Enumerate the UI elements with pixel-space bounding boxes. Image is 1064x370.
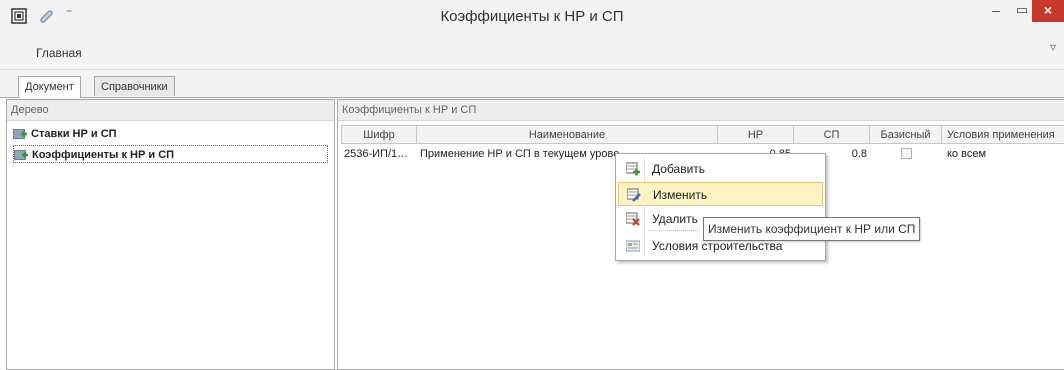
- close-button[interactable]: ×: [1032, 0, 1064, 22]
- context-menu: Добавить Изменить Удалить Условия строит…: [615, 153, 826, 261]
- cell-conditions: ко всем: [947, 148, 987, 160]
- tree-item-rates[interactable]: Ставки НР и СП: [13, 125, 117, 143]
- menu-separator: [650, 230, 700, 231]
- ribbon-tab-home[interactable]: Главная: [36, 46, 82, 60]
- edit-row-icon: [627, 188, 641, 202]
- menu-item-edit[interactable]: Изменить: [618, 182, 823, 206]
- window-title: Коэффициенты к НР и СП: [440, 8, 624, 25]
- delete-row-icon: [626, 212, 640, 226]
- tooltip: Изменить коэффициент к НР или СП: [703, 217, 921, 241]
- menu-item-label: Изменить: [653, 188, 708, 202]
- ribbon-collapse-icon[interactable]: ▿: [1050, 40, 1056, 54]
- construction-conditions-icon: [626, 240, 640, 252]
- add-row-icon: [626, 162, 640, 176]
- tree-item-coefficients[interactable]: Коэффициенты к НР и СП: [13, 145, 328, 163]
- menu-item-label: Удалить: [652, 212, 698, 226]
- tab-document[interactable]: Документ: [18, 76, 81, 98]
- tab-references[interactable]: Справочники: [94, 76, 175, 96]
- tree-item-label: Ставки НР и СП: [31, 128, 117, 140]
- tree-pane: Дерево Ставки НР и СП Коэффициенты к НР …: [6, 99, 335, 370]
- folder-icon: [14, 150, 28, 160]
- tree-header: Дерево: [7, 100, 334, 121]
- title-bar: ⁼ Коэффициенты к НР и СП – ▭ ×: [0, 0, 1064, 33]
- grid-header: Коэффициенты к НР и СП: [338, 100, 1064, 121]
- basis-checkbox[interactable]: [901, 148, 912, 159]
- menu-item-label: Добавить: [652, 162, 706, 176]
- menu-item-add[interactable]: Добавить: [618, 157, 823, 181]
- ribbon: [0, 33, 1064, 70]
- folder-icon: [13, 129, 27, 139]
- cell-code: 2536-ИП/1…: [344, 148, 409, 160]
- tree-item-label: Коэффициенты к НР и СП: [32, 149, 175, 161]
- cell-basis: [870, 145, 942, 163]
